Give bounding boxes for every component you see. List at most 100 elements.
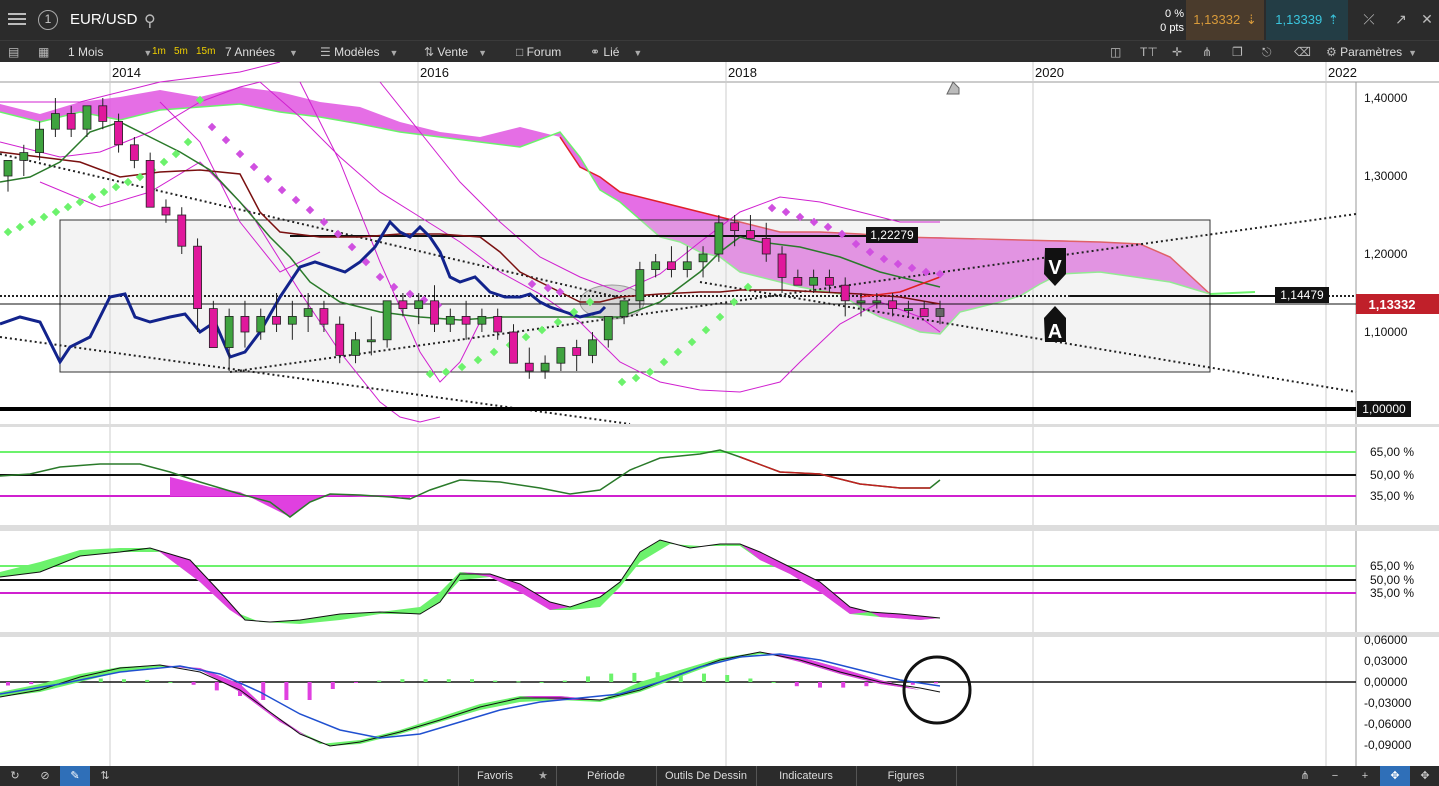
compare-icon[interactable]: ⋔ — [1202, 43, 1212, 61]
macd-bar — [771, 682, 776, 683]
eraser-icon[interactable]: ⌫ — [1294, 43, 1311, 61]
macd-histogram — [6, 672, 938, 700]
text-size-icon[interactable]: T⊤ — [1140, 43, 1158, 61]
psar-dot-up — [51, 207, 61, 217]
sell-select[interactable]: ⇅ Vente ▼ — [424, 43, 487, 61]
candle — [161, 206, 171, 216]
y-tick-label: 65,00 % — [1370, 559, 1414, 573]
star-icon[interactable]: ★ — [530, 766, 556, 786]
grid-icon[interactable]: ▦ — [38, 43, 49, 61]
candle — [556, 347, 566, 364]
candle — [224, 315, 234, 348]
psar-dot-down — [263, 174, 273, 184]
macd-bar — [145, 679, 150, 682]
macd-bar — [586, 676, 590, 682]
forum-button[interactable]: □ Forum — [516, 43, 561, 61]
candle — [177, 214, 187, 247]
macd-bar — [818, 682, 822, 688]
search-icon[interactable]: ⚲ — [144, 11, 156, 31]
panel-divider[interactable] — [0, 525, 1439, 531]
candle — [651, 261, 661, 271]
zoom-out-icon[interactable]: − — [1320, 766, 1350, 786]
models-select[interactable]: ☰ Modèles ▼ — [320, 43, 398, 61]
sell-label: Vente — [437, 45, 469, 59]
y-tick-label: 0,03000 — [1364, 654, 1408, 668]
candle — [698, 253, 708, 263]
disable-icon[interactable]: ⊘ — [30, 766, 60, 786]
zoom-in-icon[interactable]: + — [1350, 766, 1380, 786]
timeframe-5m[interactable]: 5m — [174, 43, 188, 61]
linked-select[interactable]: ⚭ Lié ▼ — [590, 43, 642, 61]
macd-bar — [377, 680, 382, 682]
macd-bar — [191, 682, 196, 685]
candle — [129, 144, 139, 161]
macd-panel: 0,06000 0,03000 0,00000 -0,03000 -0,06000 -0,… — [0, 633, 1412, 752]
close-icon[interactable]: ✕ — [1418, 11, 1436, 29]
period-select[interactable]: 1 Mois ▼ — [68, 43, 152, 61]
candle — [809, 276, 819, 286]
psar-dot-up — [39, 212, 49, 222]
chevron-down-icon: ▼ — [389, 48, 399, 58]
candle — [588, 339, 597, 356]
panel-divider[interactable] — [0, 632, 1439, 637]
psar-dot-up — [111, 182, 121, 192]
y-tick-label: 0,06000 — [1364, 633, 1408, 647]
info-icon[interactable]: 1 — [38, 10, 58, 30]
crosshair-icon[interactable]: ✥ — [1380, 766, 1410, 786]
psar-dot-down — [291, 195, 301, 205]
psar-dot-down — [277, 185, 287, 195]
crosshair-alt-icon[interactable]: ✥ — [1410, 766, 1439, 786]
sidebar-icon[interactable]: ◫ — [1110, 43, 1121, 61]
candle — [524, 362, 534, 372]
sell-button[interactable]: 1,13332 ⇣ — [1186, 0, 1264, 40]
macd-bar — [516, 681, 521, 683]
timeframe-15m[interactable]: 15m — [196, 43, 215, 61]
favorites-button[interactable]: Favoris — [460, 766, 530, 786]
candle — [619, 300, 629, 317]
panel-divider[interactable] — [0, 424, 1439, 427]
layout-icon[interactable]: ▤ — [8, 43, 19, 61]
figures-button[interactable]: Figures — [858, 766, 954, 786]
period-button[interactable]: Période — [558, 766, 654, 786]
timeframe-1m[interactable]: 1m — [152, 43, 166, 61]
scroll-handle[interactable] — [946, 81, 960, 95]
chevron-down-icon: ▼ — [143, 48, 153, 58]
psar-dot-up — [183, 137, 193, 147]
y-tick-label: 65,00 % — [1370, 445, 1414, 459]
collapse-icon[interactable] — [1368, 11, 1386, 29]
indicators-button[interactable]: Indicateurs — [758, 766, 854, 786]
pin-icon[interactable]: ⎋ — [1262, 43, 1272, 61]
macd-bar — [122, 679, 126, 682]
period-label: 1 Mois — [68, 45, 104, 59]
buy-button[interactable]: 1,13339 ⇡ — [1266, 0, 1348, 40]
psar-dot-down — [207, 122, 217, 132]
crosshair-icon[interactable]: ✛ — [1172, 43, 1182, 61]
move-icon[interactable]: ⇅ — [90, 766, 120, 786]
chart-canvas[interactable]: 2014 2016 2018 2020 2022 1,400001,300001… — [0, 62, 1439, 766]
popout-icon[interactable]: ↗ — [1392, 11, 1410, 29]
highlight-circle — [902, 655, 972, 725]
refresh-icon[interactable]: ↻ — [0, 766, 30, 786]
psar-dot-down — [221, 135, 231, 145]
pencil-icon[interactable]: ✎ — [60, 766, 90, 786]
y-tick-label: -0,03000 — [1364, 696, 1412, 710]
psar-dot-up — [123, 177, 133, 187]
candle — [667, 261, 676, 271]
scale-icon[interactable]: ⋔ — [1290, 766, 1320, 786]
candle — [682, 261, 692, 271]
stochastic-axis: 65,00 %50,00 %35,00 % — [1370, 559, 1414, 600]
menu-icon[interactable] — [6, 10, 28, 30]
macd-bar — [6, 682, 10, 686]
candle — [256, 315, 266, 333]
linked-label: Lié — [603, 45, 620, 59]
candle — [635, 269, 645, 302]
candle — [603, 315, 613, 341]
range-select[interactable]: 7 Années ▼ — [225, 43, 298, 61]
candle — [935, 308, 945, 317]
buy-price: 1,13339 — [1275, 12, 1323, 27]
symbol-title[interactable]: EUR/USD — [70, 11, 138, 28]
candle — [114, 121, 123, 146]
settings-button[interactable]: ⚙ Paramètres ▼ — [1326, 43, 1417, 61]
windows-icon[interactable]: ❐ — [1232, 43, 1243, 61]
drawing-tools-button[interactable]: Outils De Dessin — [658, 766, 754, 786]
